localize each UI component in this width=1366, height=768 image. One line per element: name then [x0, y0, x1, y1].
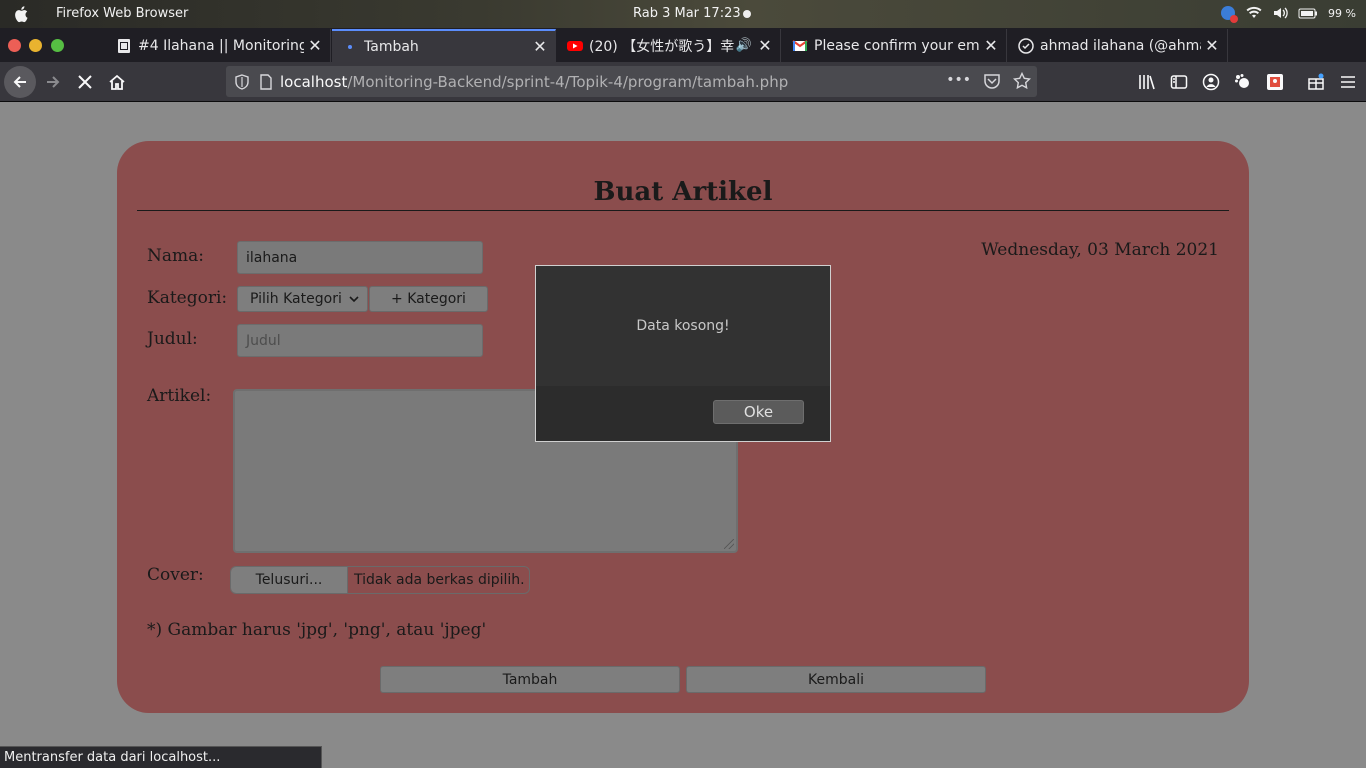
tab-gmail[interactable]: Please confirm your ema ✕: [782, 29, 1007, 62]
kategori-label: Kategori:: [147, 288, 228, 308]
back-button[interactable]: [4, 66, 36, 98]
more-actions-icon[interactable]: •••: [946, 72, 971, 90]
resize-handle-icon[interactable]: [724, 539, 734, 549]
shield-icon[interactable]: [234, 73, 250, 90]
sidebar-icon[interactable]: [1170, 73, 1188, 91]
judul-input[interactable]: Judul: [237, 324, 483, 357]
battery-icon[interactable]: [1298, 5, 1318, 21]
nav-toolbar: localhost/Monitoring-Backend/sprint-4/To…: [0, 62, 1366, 102]
loading-dot-icon: [348, 44, 352, 49]
toolbar-right-2: [1307, 73, 1366, 91]
tambah-button[interactable]: Tambah: [380, 666, 680, 693]
toolbar-right: [1138, 73, 1298, 91]
judul-label: Judul:: [147, 329, 198, 349]
stop-icon: [78, 75, 92, 89]
apple-icon[interactable]: [14, 5, 30, 23]
kategori-select[interactable]: Pilih Kategori: [237, 286, 368, 312]
url-bar[interactable]: localhost/Monitoring-Backend/sprint-4/To…: [226, 66, 1037, 97]
tab-label: (20) 【女性が歌う】幸: [589, 38, 735, 55]
tab-strip: #4 Ilahana || Monitoring I ✕ Tambah ✕ (2…: [0, 28, 1366, 84]
forward-button[interactable]: [37, 66, 69, 98]
tab-tambah[interactable]: Tambah ✕: [332, 29, 556, 62]
battery-percent: 99 %: [1328, 6, 1356, 20]
github-icon: [1018, 37, 1034, 54]
home-button[interactable]: [101, 66, 133, 98]
home-icon: [109, 74, 125, 90]
tab-label: ahmad ilahana (@ahmad: [1040, 37, 1201, 54]
alert-message: Data kosong!: [636, 318, 730, 334]
tab-github[interactable]: ahmad ilahana (@ahmad ✕: [1008, 29, 1228, 62]
add-kategori-button[interactable]: + Kategori: [369, 286, 488, 312]
alert-dialog: Data kosong! Oke: [535, 265, 831, 442]
account-icon[interactable]: [1202, 73, 1220, 91]
file-status: Tidak ada berkas dipilih.: [354, 572, 525, 588]
arrow-left-icon: [13, 76, 26, 88]
speaker-icon[interactable]: 🔊: [736, 38, 752, 53]
document-icon: [118, 38, 130, 53]
minimize-window-button[interactable]: [29, 39, 42, 52]
extension-badge-icon[interactable]: [1266, 73, 1284, 91]
pocket-icon[interactable]: [983, 72, 1001, 90]
page-title: Buat Artikel: [593, 177, 773, 207]
extensions-icon[interactable]: [1307, 73, 1325, 91]
tab-label: Tambah: [364, 38, 419, 55]
page-icon[interactable]: [258, 73, 274, 90]
file-format-note: *) Gambar harus 'jpg', 'png', atau 'jpeg…: [147, 620, 487, 640]
close-icon[interactable]: ✕: [1201, 36, 1223, 55]
gnome-extension-icon[interactable]: [1234, 73, 1252, 91]
close-icon[interactable]: ✕: [980, 36, 1002, 55]
app-name[interactable]: Firefox Web Browser: [56, 6, 188, 21]
system-top-bar: Firefox Web Browser Rab 3 Mar 17:23 99 %: [0, 0, 1366, 28]
hamburger-menu-icon[interactable]: [1339, 73, 1357, 91]
arrow-right-icon: [47, 76, 60, 88]
nama-input[interactable]: ilahana: [237, 241, 483, 274]
tab-monitoring[interactable]: #4 Ilahana || Monitoring I ✕: [106, 29, 331, 62]
library-icon[interactable]: [1138, 73, 1156, 91]
tab-label: Please confirm your ema: [814, 37, 980, 54]
close-window-button[interactable]: [8, 39, 21, 52]
cover-file-input[interactable]: Telusuri... Tidak ada berkas dipilih.: [230, 566, 530, 594]
youtube-icon: [567, 40, 583, 51]
wifi-icon[interactable]: [1246, 5, 1262, 21]
cover-label: Cover:: [147, 565, 204, 585]
notification-dot: [743, 10, 751, 18]
clock[interactable]: Rab 3 Mar 17:23: [633, 6, 741, 21]
tab-label: #4 Ilahana || Monitoring I: [138, 37, 304, 54]
ok-button[interactable]: Oke: [713, 400, 804, 424]
artikel-label: Artikel:: [147, 386, 212, 406]
tab-youtube[interactable]: (20) 【女性が歌う】幸 🔊 ✕: [557, 29, 781, 62]
url-host: localhost: [280, 72, 348, 91]
star-icon[interactable]: [1013, 72, 1031, 90]
current-date: Wednesday, 03 March 2021: [981, 240, 1219, 260]
kembali-button[interactable]: Kembali: [686, 666, 986, 693]
close-icon[interactable]: ✕: [529, 37, 551, 56]
close-icon[interactable]: ✕: [304, 36, 326, 55]
status-bar: Mentransfer data dari localhost...: [0, 746, 322, 768]
telegram-icon[interactable]: [1220, 5, 1239, 23]
maximize-window-button[interactable]: [51, 39, 64, 52]
stop-button[interactable]: [69, 66, 101, 98]
volume-icon[interactable]: [1272, 5, 1288, 21]
gmail-icon: [792, 39, 808, 51]
browse-button[interactable]: Telusuri...: [231, 567, 348, 593]
url-path: /Monitoring-Backend/sprint-4/Topik-4/pro…: [347, 72, 789, 91]
close-icon[interactable]: ✕: [754, 36, 776, 55]
kategori-select-value: Pilih Kategori: [250, 291, 342, 307]
system-tray: 99 %: [1220, 5, 1356, 23]
chevron-down-icon: [349, 296, 359, 303]
nama-label: Nama:: [147, 246, 204, 266]
title-divider: [137, 210, 1229, 211]
